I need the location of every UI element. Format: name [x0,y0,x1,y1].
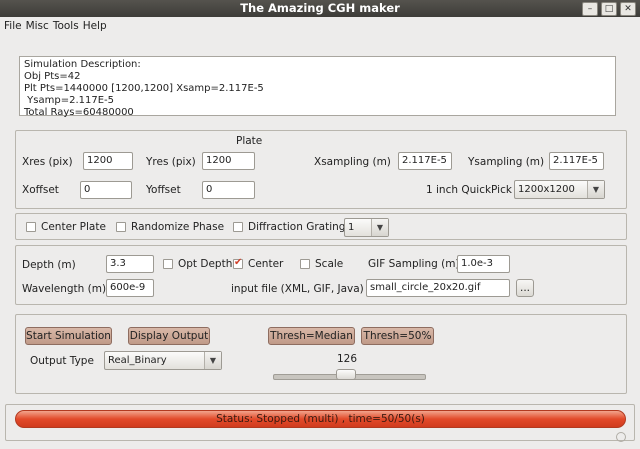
menu-tools[interactable]: Tools [53,18,79,32]
desc-line: Total Rays=60480000 [24,107,134,118]
thresh-50-button[interactable]: Thresh=50% [361,327,434,345]
start-simulation-button[interactable]: Start Simulation [25,327,112,345]
input-file-input[interactable]: small_circle_20x20.gif [366,279,510,297]
title-bar: The Amazing CGH maker – □ ✕ [0,0,640,17]
opt-depth-label: Opt Depth [178,258,233,270]
browse-button[interactable]: ... [516,279,534,297]
wavelength-input[interactable]: 600e-9 [106,279,154,297]
menu-misc[interactable]: Misc [26,18,49,32]
plate-heading: Plate [236,135,263,147]
xoffset-input[interactable]: 0 [80,181,132,199]
maximize-button[interactable]: □ [601,2,617,16]
chevron-down-icon: ▼ [371,219,388,236]
app-window: The Amazing CGH maker – □ ✕ File Misc Tool… [0,0,640,449]
simulation-description[interactable]: Simulation Description: Obj Pts=42 Plt P… [19,56,616,118]
quickpick-select[interactable]: 1200x1200 ▼ [514,180,605,199]
grating-select[interactable]: 1 ▼ [344,218,389,237]
minimize-button[interactable]: – [582,2,598,16]
xsampling-input[interactable]: 2.117E-5 [398,152,452,170]
wavelength-label: Wavelength (m) [22,283,107,295]
chevron-down-icon: ▼ [204,352,221,369]
desc-line: Plt Pts=1440000 [1200,1200] Xsamp=2.117E… [24,83,264,94]
slider-value: 126 [337,353,358,365]
yoffset-input[interactable]: 0 [202,181,255,199]
input-file-label: input file (XML, GIF, Java) [231,283,364,295]
randomize-phase-label: Randomize Phase [131,221,225,233]
close-button[interactable]: ✕ [620,2,636,16]
xres-input[interactable]: 1200 [83,152,133,170]
xsampling-label: Xsampling (m) [314,156,391,168]
desc-line: Ysamp=2.117E-5 [24,95,115,106]
desc-line: Obj Pts=42 [24,71,81,82]
menu-bar: File Misc Tools Help [0,18,640,36]
menu-file[interactable]: File [4,18,22,32]
threshold-slider-handle[interactable] [336,369,356,380]
randomize-phase-checkbox[interactable] [116,222,126,232]
output-type-select[interactable]: Real_Binary ▼ [104,351,222,370]
desc-line: Simulation Description: [24,59,141,70]
ysampling-label: Ysampling (m) [468,156,545,168]
output-type-value: Real_Binary [108,355,167,366]
center-plate-checkbox[interactable] [26,222,36,232]
scale-checkbox[interactable] [300,259,310,269]
window-title: The Amazing CGH maker [240,1,400,15]
thresh-median-button[interactable]: Thresh=Median [268,327,355,345]
diffraction-grating-checkbox[interactable] [233,222,243,232]
center-plate-label: Center Plate [41,221,106,233]
depth-label: Depth (m) [22,259,76,271]
yres-label: Yres (pix) [146,156,196,168]
gif-sampling-label: GIF Sampling (m) [368,258,460,270]
opt-depth-checkbox[interactable] [163,259,173,269]
display-output-button[interactable]: Display Output [128,327,210,345]
center-label: Center [248,258,284,270]
xres-label: Xres (pix) [22,156,73,168]
yres-input[interactable]: 1200 [202,152,255,170]
gif-sampling-input[interactable]: 1.0e-3 [457,255,510,273]
yoffset-label: Yoffset [146,184,181,196]
diffraction-grating-label: Diffraction Grating [248,221,346,233]
menu-help[interactable]: Help [83,18,107,32]
output-type-label: Output Type [30,355,94,367]
center-checkbox[interactable] [233,257,243,269]
status-progress-bar: Status: Stopped (multi) , time=50/50(s) [15,410,626,428]
scale-label: Scale [315,258,344,270]
quickpick-label: 1 inch QuickPick [426,184,512,196]
xoffset-label: Xoffset [22,184,59,196]
chevron-down-icon: ▼ [587,181,604,198]
quickpick-value: 1200x1200 [518,184,575,195]
ysampling-input[interactable]: 2.117E-5 [549,152,604,170]
depth-input[interactable]: 3.3 [106,255,154,273]
resize-grip-icon[interactable] [616,432,626,442]
grating-value: 1 [348,222,355,233]
